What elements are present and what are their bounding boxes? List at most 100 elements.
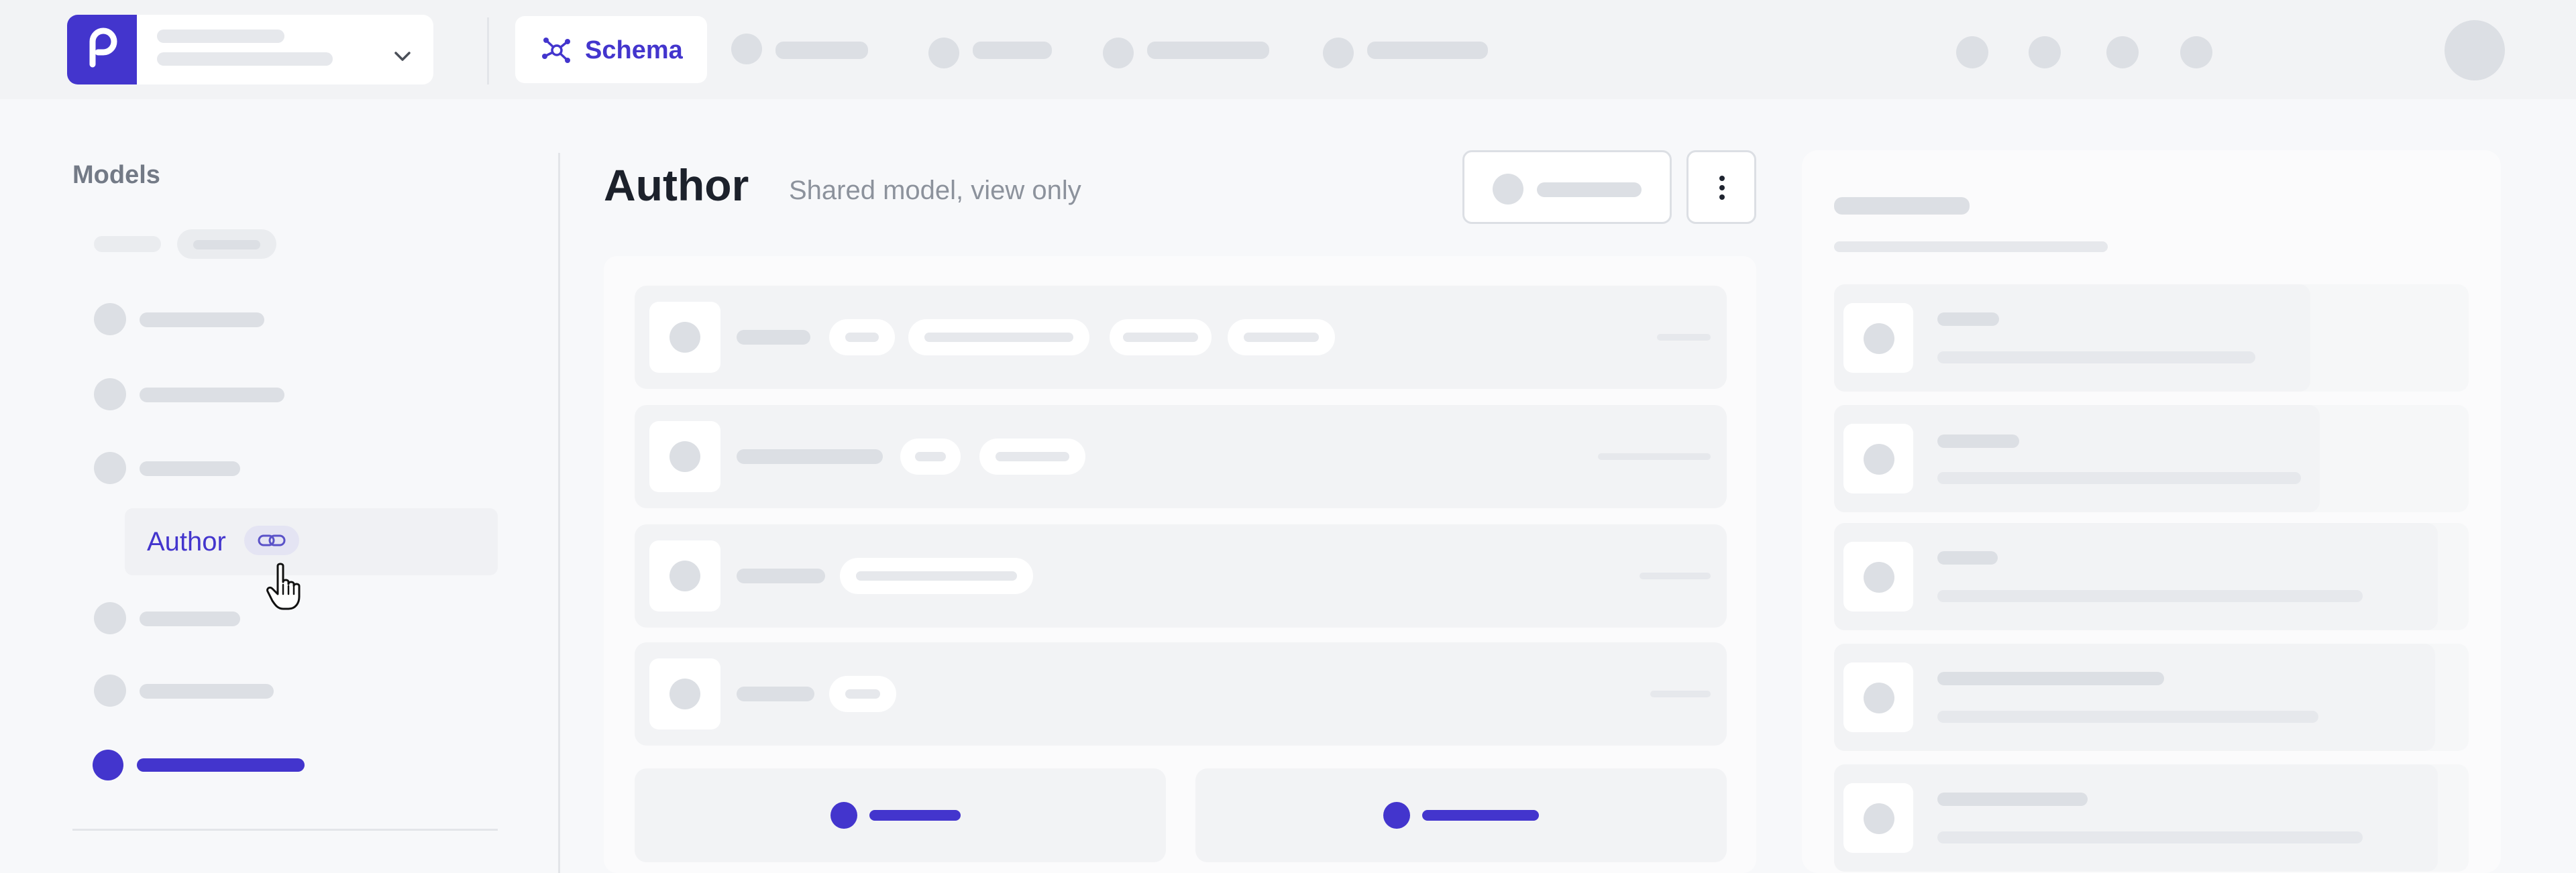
field-row[interactable]: [635, 405, 1727, 508]
brand-logo-icon: [67, 15, 137, 84]
page-subtitle: Shared model, view only: [789, 176, 1081, 205]
sidebar-vertical-divider: [558, 153, 560, 873]
panel-item-icon: [1843, 662, 1913, 732]
sidebar-item-icon[interactable]: [94, 303, 126, 335]
field-row[interactable]: [635, 642, 1727, 746]
panel-item-desc-placeholder: [1937, 590, 2363, 602]
sidebar-group-label-placeholder: [94, 236, 161, 252]
tab-schema-label: Schema: [585, 36, 683, 64]
sidebar-item-icon-accent[interactable]: [93, 750, 123, 780]
add-field-icon: [830, 802, 857, 829]
more-options-button[interactable]: [1686, 150, 1756, 224]
sidebar-item-author-label: Author: [147, 527, 226, 557]
sidebar-item-placeholder[interactable]: [140, 312, 264, 327]
header-action-icon[interactable]: [1956, 36, 1988, 68]
view-options-label-placeholder: [1537, 182, 1642, 197]
tab-schema[interactable]: Schema: [515, 16, 707, 83]
panel-item-title-placeholder: [1937, 672, 2164, 685]
field-row[interactable]: [635, 524, 1727, 628]
link-icon: [244, 526, 299, 555]
view-options-icon: [1493, 174, 1523, 205]
add-relation-card[interactable]: [1195, 768, 1727, 862]
header-action-icon[interactable]: [2106, 36, 2139, 68]
panel-item-icon-shape: [1864, 803, 1894, 834]
field-name-placeholder: [737, 569, 825, 583]
field-type-icon-shape: [669, 679, 700, 709]
add-relation-icon: [1383, 802, 1410, 829]
panel-list-item[interactable]: [1834, 764, 2469, 872]
top-navigation-bar: Schema: [0, 0, 2576, 99]
panel-item-title-placeholder: [1937, 312, 1999, 326]
field-type-icon-shape: [669, 561, 700, 591]
panel-item-icon: [1843, 783, 1913, 853]
panel-list-item-bg: [1834, 644, 2435, 751]
tab-icon-placeholder[interactable]: [1103, 38, 1134, 68]
project-switcher[interactable]: [67, 15, 433, 84]
panel-list-item[interactable]: [1834, 644, 2469, 751]
sidebar-item-icon[interactable]: [94, 675, 126, 707]
panel-item-desc-placeholder: [1937, 472, 2301, 484]
field-name-placeholder: [737, 330, 810, 345]
tab-label-placeholder[interactable]: [775, 42, 868, 59]
panel-item-icon: [1843, 303, 1913, 373]
sidebar-item-author[interactable]: Author: [125, 508, 498, 575]
panel-item-title-placeholder: [1937, 793, 2088, 806]
panel-item-title-placeholder: [1937, 434, 2019, 448]
header-action-icon[interactable]: [2029, 36, 2061, 68]
panel-item-icon: [1843, 424, 1913, 493]
field-tag-text: [856, 571, 1017, 581]
field-name-placeholder: [737, 449, 883, 464]
field-tag-text: [915, 452, 946, 461]
field-tag-text: [1123, 333, 1198, 342]
page-title: Author: [604, 160, 749, 210]
sidebar-item-icon[interactable]: [94, 452, 126, 484]
vertical-dots-icon: [1719, 175, 1725, 204]
panel-list-item-bg: [1834, 523, 2438, 630]
field-type-icon: [649, 421, 720, 492]
field-type-icon: [649, 302, 720, 373]
schema-graph-icon: [541, 36, 573, 68]
sidebar-item-icon[interactable]: [94, 378, 126, 410]
view-options-button[interactable]: [1462, 150, 1672, 224]
field-meta-placeholder: [1640, 573, 1711, 579]
header-action-icon[interactable]: [2180, 36, 2212, 68]
panel-subtitle-placeholder: [1834, 241, 2108, 252]
tab-icon-placeholder[interactable]: [1323, 38, 1354, 68]
avatar[interactable]: [2445, 20, 2505, 80]
panel-title-placeholder: [1834, 197, 1970, 215]
panel-list-item[interactable]: [1834, 405, 2469, 512]
panel-list-item[interactable]: [1834, 284, 2469, 392]
tab-icon-placeholder[interactable]: [928, 38, 959, 68]
panel-list-item[interactable]: [1834, 523, 2469, 630]
field-type-icon-shape: [669, 322, 700, 353]
sidebar-item-icon[interactable]: [94, 602, 126, 634]
project-name-placeholder: [157, 30, 284, 43]
pointer-hand-icon: [266, 562, 306, 615]
field-meta-placeholder: [1657, 334, 1711, 341]
field-tag-text: [845, 689, 880, 699]
sidebar-item-placeholder[interactable]: [140, 612, 240, 626]
tab-label-placeholder[interactable]: [973, 42, 1052, 59]
tab-label-placeholder[interactable]: [1147, 42, 1269, 59]
add-field-card[interactable]: [635, 768, 1166, 862]
tab-label-placeholder[interactable]: [1367, 42, 1488, 59]
sidebar-item-placeholder-accent[interactable]: [137, 758, 305, 772]
project-env-placeholder: [157, 52, 333, 66]
field-tag-text: [924, 333, 1073, 342]
field-row[interactable]: [635, 286, 1727, 389]
field-type-icon: [649, 658, 720, 730]
panel-item-desc-placeholder: [1937, 711, 2318, 723]
chevron-down-icon: [393, 50, 412, 66]
sidebar-item-placeholder[interactable]: [140, 388, 284, 402]
panel-item-icon-shape: [1864, 444, 1894, 475]
panel-item-desc-placeholder: [1937, 351, 2255, 363]
field-type-icon: [649, 540, 720, 612]
panel-item-icon-shape: [1864, 562, 1894, 593]
field-meta-placeholder: [1650, 691, 1711, 697]
sidebar-item-placeholder[interactable]: [140, 684, 274, 699]
sidebar-item-placeholder[interactable]: [140, 461, 240, 476]
tab-icon-placeholder[interactable]: [731, 34, 762, 64]
header-divider: [487, 17, 489, 84]
field-tag-text: [845, 333, 879, 342]
panel-item-icon-shape: [1864, 683, 1894, 713]
